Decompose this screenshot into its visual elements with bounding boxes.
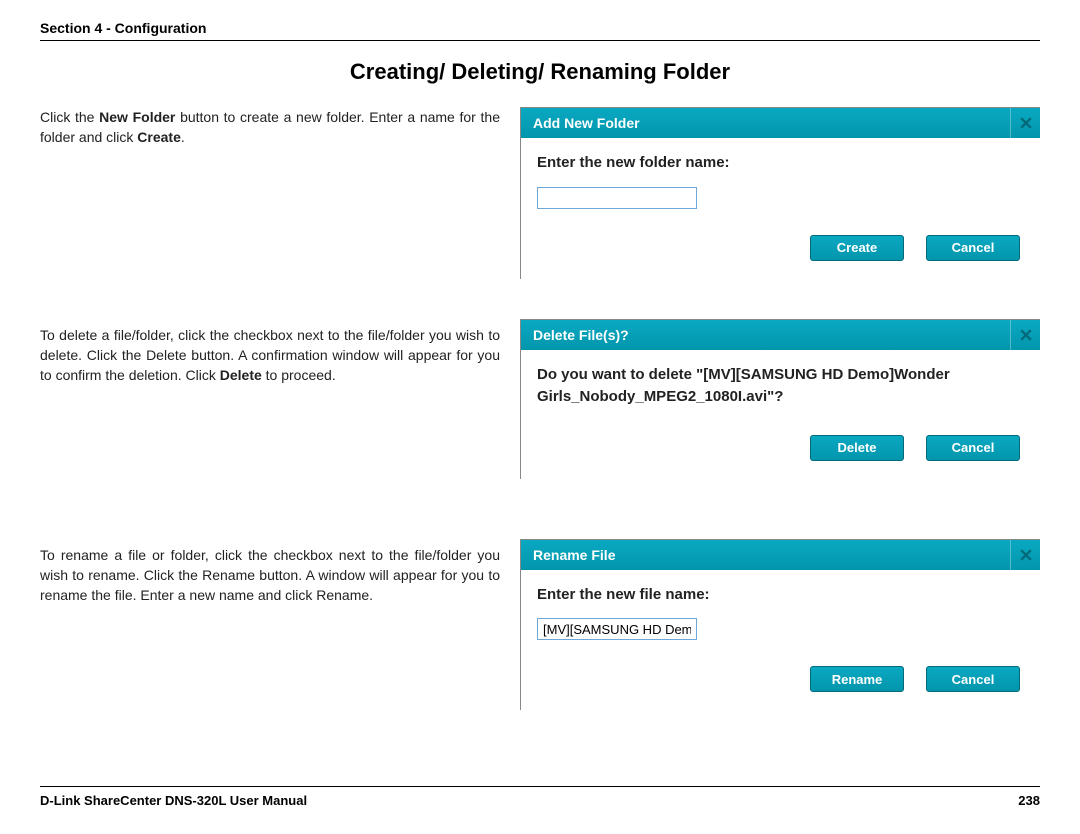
text-part: to proceed.	[262, 367, 336, 383]
delete-file-dialog: Delete File(s)? Do you want to delete "[…	[520, 319, 1040, 479]
cancel-button[interactable]: Cancel	[926, 235, 1020, 261]
rename-file-dialog: Rename File Enter the new file name: Ren…	[520, 539, 1040, 711]
button-row: Delete Cancel	[537, 435, 1024, 461]
text-bold: New Folder	[99, 109, 175, 125]
create-section: Click the New Folder button to create a …	[40, 107, 1040, 279]
dialog-header: Rename File	[521, 540, 1040, 570]
dialog-title: Add New Folder	[533, 115, 1010, 131]
folder-name-input[interactable]	[537, 187, 697, 209]
rename-section: To rename a file or folder, click the ch…	[40, 539, 1040, 711]
manual-name: D-Link ShareCenter DNS-320L User Manual	[40, 793, 307, 808]
page-number: 238	[1018, 793, 1040, 808]
button-row: Create Cancel	[537, 235, 1024, 261]
create-button[interactable]: Create	[810, 235, 904, 261]
create-instruction-text: Click the New Folder button to create a …	[40, 107, 500, 148]
close-icon[interactable]	[1010, 108, 1040, 138]
dialog-prompt: Enter the new file name:	[537, 584, 1024, 607]
rename-button[interactable]: Rename	[810, 666, 904, 692]
dialog-title: Delete File(s)?	[533, 327, 1010, 343]
file-name-input[interactable]	[537, 618, 697, 640]
page-title: Creating/ Deleting/ Renaming Folder	[40, 59, 1040, 85]
text-part: .	[181, 129, 185, 145]
cancel-button[interactable]: Cancel	[926, 435, 1020, 461]
dialog-title: Rename File	[533, 547, 1010, 563]
dialog-body: Enter the new file name: Rename Cancel	[521, 570, 1040, 711]
close-icon[interactable]	[1010, 540, 1040, 570]
dialog-header: Delete File(s)?	[521, 320, 1040, 350]
dialog-body: Enter the new folder name: Create Cancel	[521, 138, 1040, 279]
text-bold: Create	[137, 129, 181, 145]
button-row: Rename Cancel	[537, 666, 1024, 692]
dialog-prompt: Do you want to delete "[MV][SAMSUNG HD D…	[537, 364, 1024, 409]
text-part: Click the	[40, 109, 99, 125]
delete-section: To delete a file/folder, click the check…	[40, 319, 1040, 479]
dialog-prompt: Enter the new folder name:	[537, 152, 1024, 175]
dialog-header: Add New Folder	[521, 108, 1040, 138]
section-header: Section 4 - Configuration	[40, 20, 1040, 41]
delete-instruction-text: To delete a file/folder, click the check…	[40, 319, 500, 386]
delete-button[interactable]: Delete	[810, 435, 904, 461]
text-bold: Delete	[220, 367, 262, 383]
text-part: To rename a file or folder, click the ch…	[40, 547, 500, 604]
footer: D-Link ShareCenter DNS-320L User Manual …	[40, 786, 1040, 808]
cancel-button[interactable]: Cancel	[926, 666, 1020, 692]
dialog-body: Do you want to delete "[MV][SAMSUNG HD D…	[521, 350, 1040, 479]
close-icon[interactable]	[1010, 320, 1040, 350]
add-folder-dialog: Add New Folder Enter the new folder name…	[520, 107, 1040, 279]
rename-instruction-text: To rename a file or folder, click the ch…	[40, 539, 500, 606]
